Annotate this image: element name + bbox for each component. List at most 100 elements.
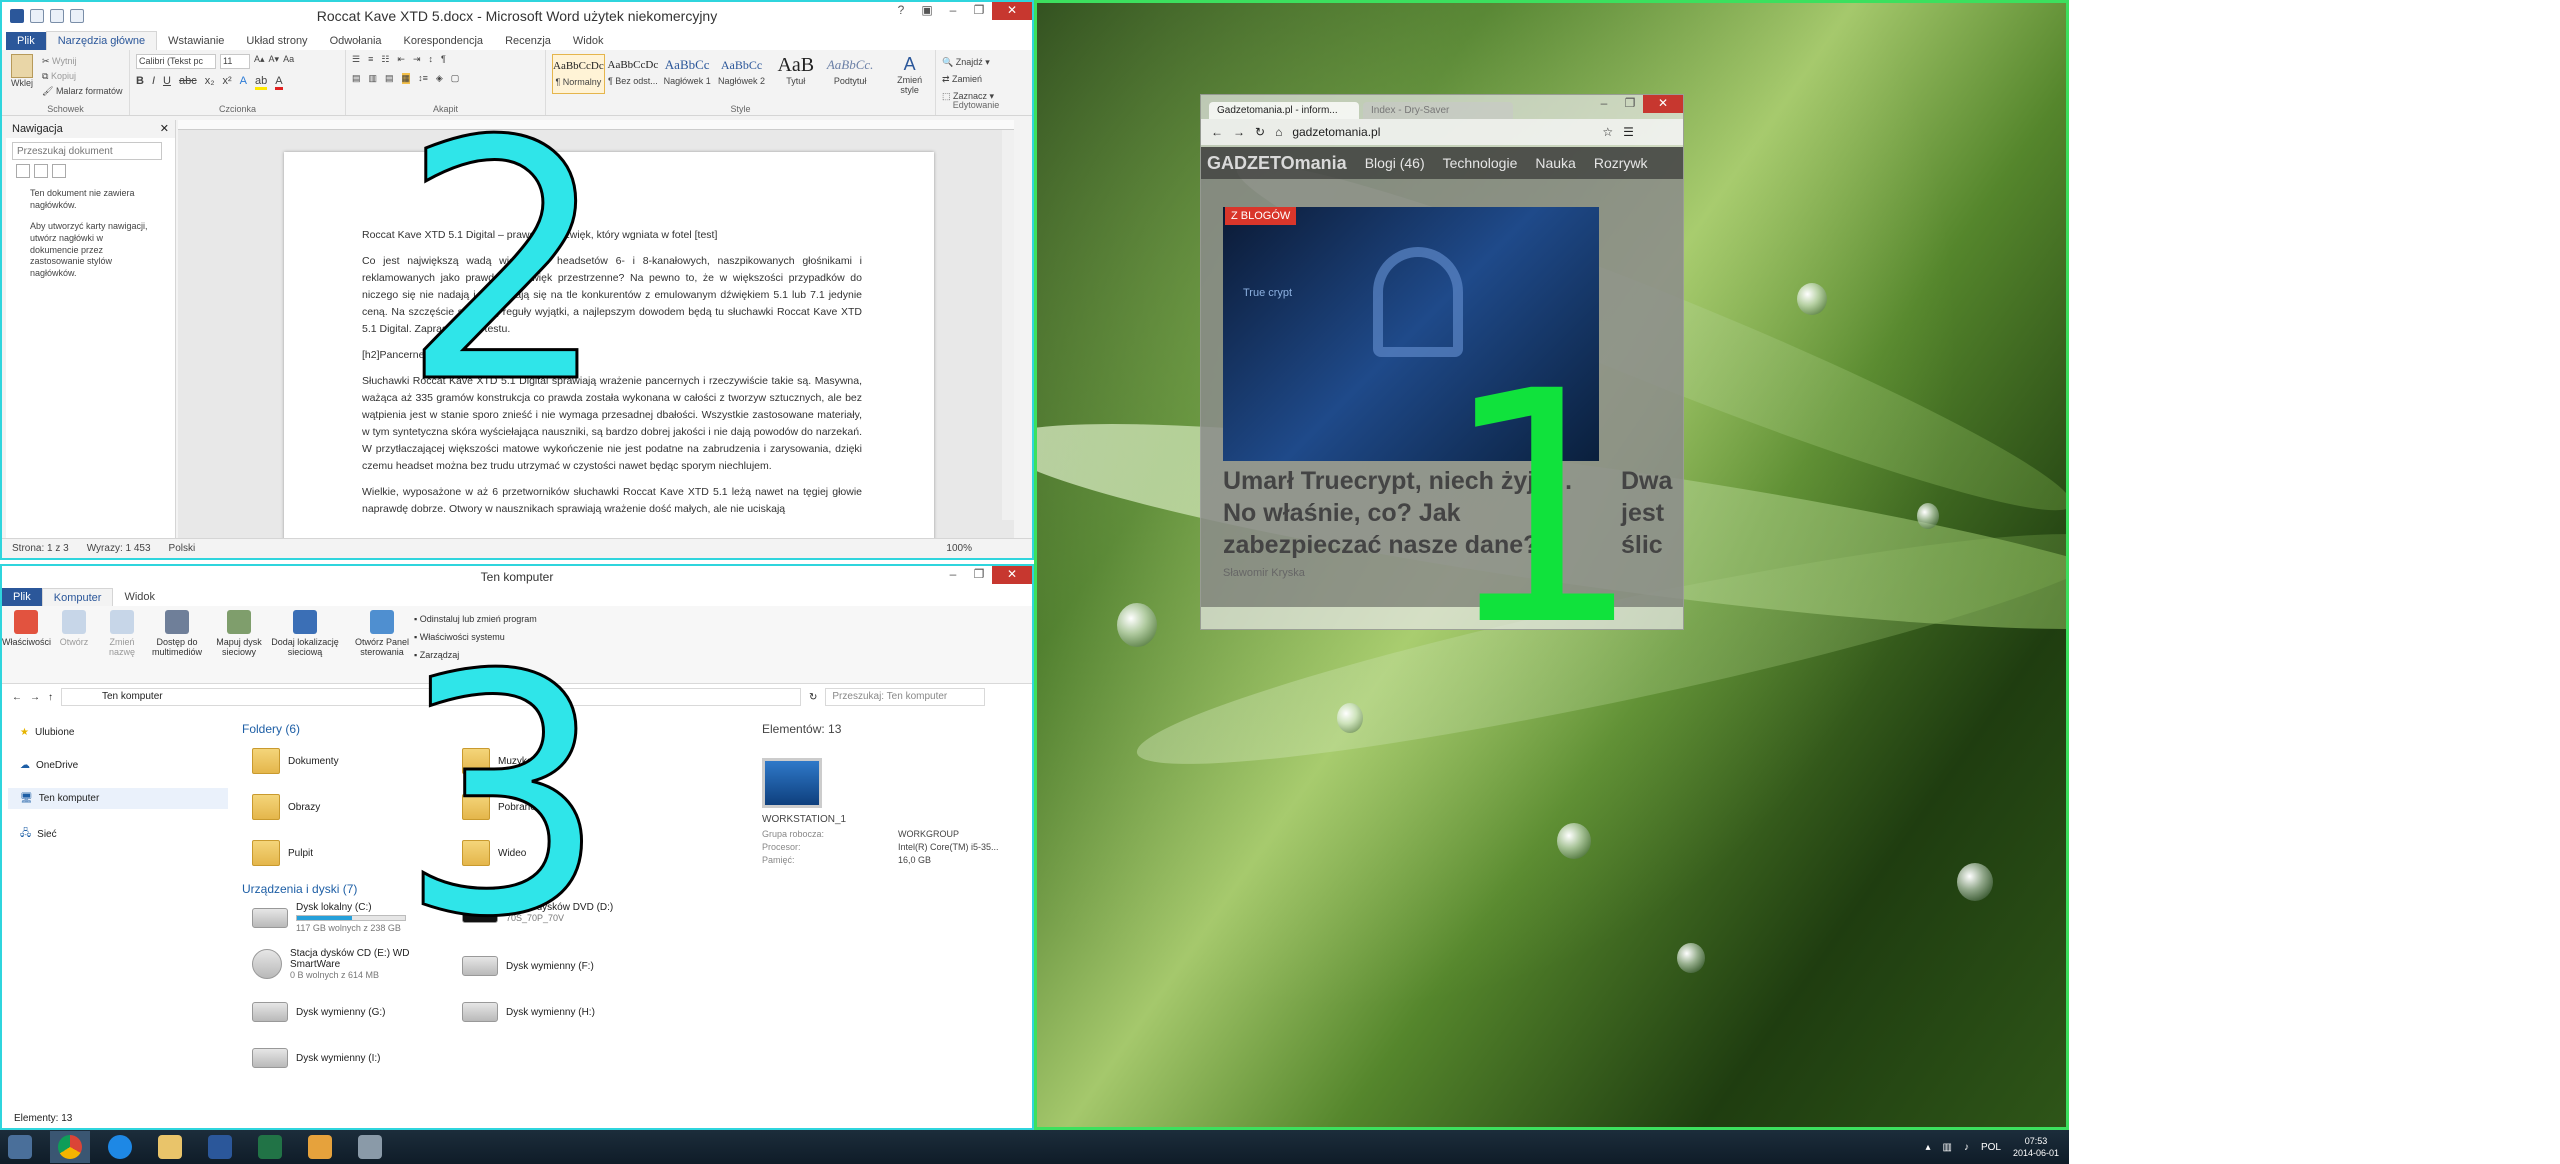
close-button[interactable]: ✕ bbox=[992, 566, 1032, 584]
style-heading-1[interactable]: AaBbCc Nagłówek 1 bbox=[661, 54, 713, 94]
tab-view[interactable]: Widok bbox=[113, 588, 166, 606]
add-location-button[interactable]: Dodaj lokalizację sieciową bbox=[270, 606, 340, 683]
open-button[interactable]: Otwórz bbox=[50, 606, 98, 683]
search-document-input[interactable] bbox=[12, 142, 162, 160]
text-effects-icon[interactable]: A bbox=[240, 75, 247, 90]
nav-link[interactable]: Rozrywk bbox=[1594, 155, 1648, 171]
copy-button[interactable]: ⧉ Kopiuj bbox=[42, 69, 122, 84]
network-tray-icon[interactable]: ▥ bbox=[1942, 1142, 1951, 1153]
back-icon[interactable]: ← bbox=[1211, 125, 1223, 139]
strikethrough-icon[interactable]: abc bbox=[179, 75, 197, 90]
tab-home[interactable]: Narzędzia główne bbox=[45, 31, 158, 50]
decrease-indent-icon[interactable]: ⇤ bbox=[397, 54, 405, 65]
taskbar-app[interactable] bbox=[350, 1131, 390, 1163]
multilevel-list-icon[interactable]: ☷ bbox=[381, 54, 389, 65]
shrink-font-icon[interactable]: A▾ bbox=[269, 54, 280, 69]
blogs-badge[interactable]: Z BLOGÓW bbox=[1225, 207, 1297, 225]
nav-link[interactable]: Nauka bbox=[1535, 155, 1575, 171]
font-name-select[interactable]: Calibri (Tekst pc bbox=[136, 54, 216, 69]
sidebar-item-network[interactable]: 🖧 Sieć bbox=[8, 821, 228, 848]
style-no-spacing[interactable]: AaBbCcDc ¶ Bez odst... bbox=[607, 54, 659, 94]
tab-mailings[interactable]: Korespondencja bbox=[393, 32, 495, 50]
sidebar-item-favorites[interactable]: ★ Ulubione bbox=[8, 722, 228, 743]
refresh-icon[interactable]: ↻ bbox=[809, 692, 817, 703]
change-styles-button[interactable]: A Zmień style bbox=[890, 54, 929, 95]
increase-indent-icon[interactable]: ⇥ bbox=[413, 54, 421, 65]
devices-header[interactable]: Urządzenia i dyski (7) bbox=[242, 882, 357, 896]
menu-icon[interactable]: ☰ bbox=[1623, 125, 1634, 139]
zoom-level[interactable]: 100% bbox=[946, 543, 972, 554]
bullets-icon[interactable]: ☰ bbox=[352, 54, 360, 65]
font-size-select[interactable]: 11 bbox=[220, 54, 250, 69]
taskbar-app[interactable] bbox=[200, 1131, 240, 1163]
clock[interactable]: 07:53 2014-06-01 bbox=[2013, 1135, 2059, 1159]
find-button[interactable]: 🔍 Znajdź ▾ bbox=[942, 54, 1010, 71]
taskbar-app[interactable] bbox=[50, 1131, 90, 1163]
sidebar-item-onedrive[interactable]: ☁ OneDrive bbox=[8, 755, 228, 776]
numbering-icon[interactable]: ≡ bbox=[368, 54, 373, 65]
tab-references[interactable]: Odwołania bbox=[319, 32, 393, 50]
folder-item[interactable]: Dokumenty bbox=[252, 748, 339, 774]
format-painter-button[interactable]: 🖌 Malarz formatów bbox=[42, 84, 122, 99]
tab-review[interactable]: Recenzja bbox=[494, 32, 562, 50]
taskbar-app[interactable] bbox=[0, 1131, 40, 1163]
site-logo[interactable]: GADZETOmania bbox=[1207, 153, 1347, 174]
search-input[interactable]: Przeszukaj: Ten komputer bbox=[825, 688, 986, 706]
tab-insert[interactable]: Wstawianie bbox=[157, 32, 235, 50]
language-indicator[interactable]: POL bbox=[1981, 1142, 2001, 1153]
change-case-icon[interactable]: Aa bbox=[283, 54, 294, 69]
taskbar-app[interactable] bbox=[150, 1131, 190, 1163]
nav-link[interactable]: Blogi (46) bbox=[1365, 155, 1425, 171]
drive-item[interactable]: Dysk wymienny (G:) bbox=[252, 1002, 385, 1022]
paste-button[interactable]: Wklej bbox=[8, 54, 36, 99]
cut-button[interactable]: ✂ Wytnij bbox=[42, 54, 122, 69]
results-view-icon[interactable] bbox=[52, 164, 66, 178]
drive-item[interactable]: Dysk wymienny (I:) bbox=[252, 1048, 380, 1068]
subscript-icon[interactable]: x₂ bbox=[205, 75, 215, 90]
tab-view[interactable]: Widok bbox=[562, 32, 615, 50]
ribbon-options-icon[interactable]: ▣ bbox=[914, 2, 940, 20]
drive-item[interactable]: Stacja dysków CD (E:) WD SmartWare 0 B wo… bbox=[252, 948, 410, 980]
bookmark-star-icon[interactable]: ☆ bbox=[1602, 125, 1613, 139]
pages-view-icon[interactable] bbox=[34, 164, 48, 178]
taskbar-app[interactable] bbox=[300, 1131, 340, 1163]
url-bar[interactable]: gadzetomania.pl bbox=[1292, 125, 1592, 139]
align-right-icon[interactable]: ▤ bbox=[385, 73, 394, 84]
headings-view-icon[interactable] bbox=[16, 164, 30, 178]
font-color-icon[interactable]: A bbox=[275, 75, 283, 90]
replace-button[interactable]: ⇄ Zamień bbox=[942, 71, 1010, 88]
align-center-icon[interactable]: ▥ bbox=[369, 73, 378, 84]
volume-tray-icon[interactable]: ♪ bbox=[1964, 1142, 1969, 1153]
italic-icon[interactable]: I bbox=[152, 75, 155, 90]
folder-item[interactable]: Obrazy bbox=[252, 794, 320, 820]
browser-tab-active[interactable]: Gadzetomania.pl - inform... bbox=[1209, 102, 1359, 119]
rename-button[interactable]: Zmień nazwę bbox=[98, 606, 146, 683]
taskbar-app[interactable] bbox=[100, 1131, 140, 1163]
folder-item[interactable]: Pulpit bbox=[252, 840, 313, 866]
vertical-scrollbar[interactable] bbox=[1002, 130, 1014, 520]
minimize-button[interactable]: – bbox=[940, 2, 966, 20]
page-count[interactable]: Strona: 1 z 3 bbox=[12, 543, 69, 554]
close-button[interactable]: ✕ bbox=[992, 2, 1032, 20]
language[interactable]: Polski bbox=[169, 543, 196, 554]
help-icon[interactable]: ? bbox=[888, 2, 914, 20]
taskbar-app[interactable] bbox=[250, 1131, 290, 1163]
style-heading-2[interactable]: AaBbCc Nagłówek 2 bbox=[715, 54, 767, 94]
minimize-button[interactable]: – bbox=[940, 566, 966, 584]
close-button[interactable]: ✕ bbox=[1643, 95, 1683, 113]
article-author[interactable]: Sławomir Kryska bbox=[1223, 567, 1305, 579]
forward-icon[interactable]: → bbox=[30, 692, 40, 703]
bold-icon[interactable]: B bbox=[136, 75, 144, 90]
underline-icon[interactable]: U bbox=[163, 75, 171, 90]
grow-font-icon[interactable]: A▴ bbox=[254, 54, 265, 69]
browser-tab[interactable]: Index - Dry-Saver bbox=[1363, 102, 1513, 119]
tab-page-layout[interactable]: Układ strony bbox=[235, 32, 318, 50]
show-marks-icon[interactable]: ¶ bbox=[441, 54, 446, 65]
style-title[interactable]: AaB Tytuł bbox=[770, 54, 822, 94]
drive-item[interactable]: Dysk wymienny (H:) bbox=[462, 1002, 595, 1022]
drive-item[interactable]: Dysk lokalny (C:) 117 GB wolnych z 238 GB bbox=[252, 902, 406, 933]
forward-icon[interactable]: → bbox=[1233, 125, 1245, 139]
properties-button[interactable]: Właściwości bbox=[2, 606, 51, 683]
align-left-icon[interactable]: ▤ bbox=[352, 73, 361, 84]
tab-file[interactable]: Plik bbox=[2, 588, 42, 606]
